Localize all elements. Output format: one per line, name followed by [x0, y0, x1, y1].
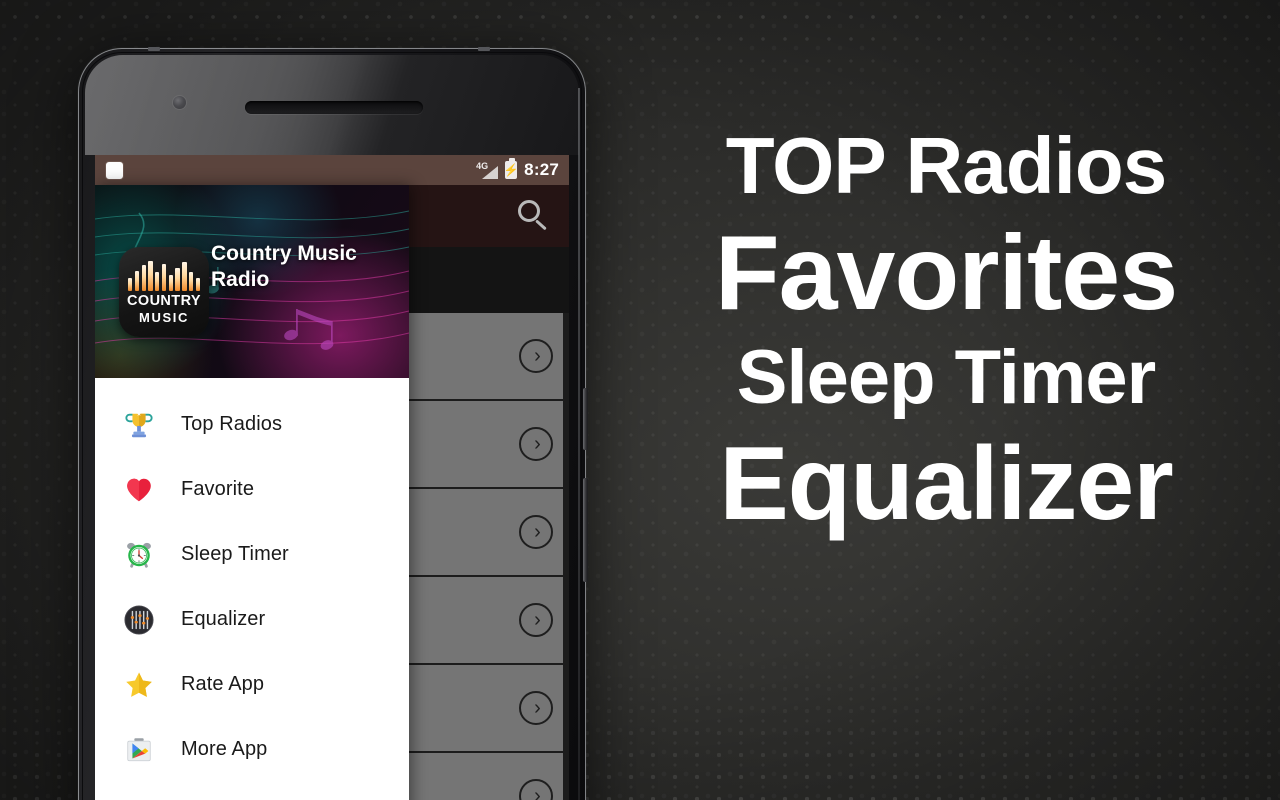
- promo-line-equalizer: Equalizer: [719, 426, 1173, 542]
- chevron-right-circle-icon[interactable]: ›: [519, 427, 553, 461]
- drawer-item-label: Favorite: [181, 478, 255, 500]
- equalizer-icon: [119, 600, 159, 640]
- drawer-menu-list: Top Radios Favorite Sleep Timer Equalize…: [95, 378, 409, 800]
- drawer-item-label: Rate App: [181, 673, 265, 695]
- chevron-right-circle-icon[interactable]: ›: [519, 603, 553, 637]
- phone-side-edge: [578, 88, 580, 800]
- status-bar: 4G ⚡ 8:27: [95, 155, 569, 185]
- drawer-item-label: Sleep Timer: [181, 543, 289, 565]
- navigation-drawer: COUNTRY MUSIC Country Music Radio Top Ra…: [95, 185, 409, 800]
- drawer-item-more-app[interactable]: More App: [95, 717, 409, 782]
- network-label: 4G: [476, 160, 489, 171]
- chevron-right-circle-icon[interactable]: ›: [519, 339, 553, 373]
- drawer-item-favorite[interactable]: Favorite: [95, 457, 409, 522]
- drawer-item-sleep-timer[interactable]: Sleep Timer: [95, 522, 409, 587]
- app-icon-line1: COUNTRY: [127, 293, 201, 309]
- play-store-icon: [119, 730, 159, 770]
- drawer-item-top-radios[interactable]: Top Radios: [95, 392, 409, 457]
- chevron-right-circle-icon[interactable]: ›: [519, 515, 553, 549]
- speaker-grille-icon: [245, 101, 423, 114]
- promo-line-favorites: Favorites: [714, 214, 1178, 332]
- signal-bars-icon: 4G: [476, 160, 499, 179]
- search-icon[interactable]: [517, 199, 551, 233]
- camera-icon: [173, 96, 186, 109]
- drawer-item-label: Equalizer: [181, 608, 266, 630]
- chevron-right-circle-icon[interactable]: ›: [519, 691, 553, 725]
- battery-charging-icon: ⚡: [503, 158, 519, 179]
- app-icon-line2: MUSIC: [139, 310, 189, 325]
- phone-screen: 4G ⚡ 8:27 sh): [95, 155, 569, 800]
- drawer-item-label: More App: [181, 738, 268, 760]
- promo-line-sleep-timer: Sleep Timer: [736, 335, 1156, 420]
- promo-line-top-radios: TOP Radios: [725, 121, 1168, 210]
- phone-device: 4G ⚡ 8:27 sh): [78, 47, 588, 800]
- country-music-app-icon: COUNTRY MUSIC: [119, 247, 209, 337]
- charging-bolt-icon: ⚡: [503, 163, 519, 177]
- drawer-item-label: Top Radios: [181, 413, 283, 435]
- volume-button[interactable]: [583, 478, 588, 582]
- status-bar-right: 4G ⚡ 8:27: [476, 158, 559, 180]
- chevron-right-circle-icon[interactable]: ›: [519, 779, 553, 800]
- heart-icon: [119, 470, 159, 510]
- drawer-item-equalizer[interactable]: Equalizer: [95, 587, 409, 652]
- trophy-icon: [119, 405, 159, 445]
- drawer-item-rate-app[interactable]: Rate App: [95, 652, 409, 717]
- app-icon-equalizer-bars: [128, 261, 201, 291]
- antenna-band-left: [148, 47, 160, 51]
- star-icon: [119, 665, 159, 705]
- search-icon-handle: [534, 219, 547, 231]
- app-notification-icon: [105, 160, 124, 180]
- antenna-band-right: [478, 47, 490, 51]
- drawer-header: COUNTRY MUSIC Country Music Radio: [95, 185, 409, 378]
- drawer-header-title: Country Music Radio: [211, 242, 357, 292]
- alarm-clock-icon: [119, 535, 159, 575]
- power-button[interactable]: [583, 388, 588, 450]
- status-bar-clock: 8:27: [524, 160, 559, 179]
- promo-text-block: TOP Radios Favorites Sleep Timer Equaliz…: [636, 121, 1256, 542]
- screenshot-stage: 4G ⚡ 8:27 sh): [0, 0, 1280, 800]
